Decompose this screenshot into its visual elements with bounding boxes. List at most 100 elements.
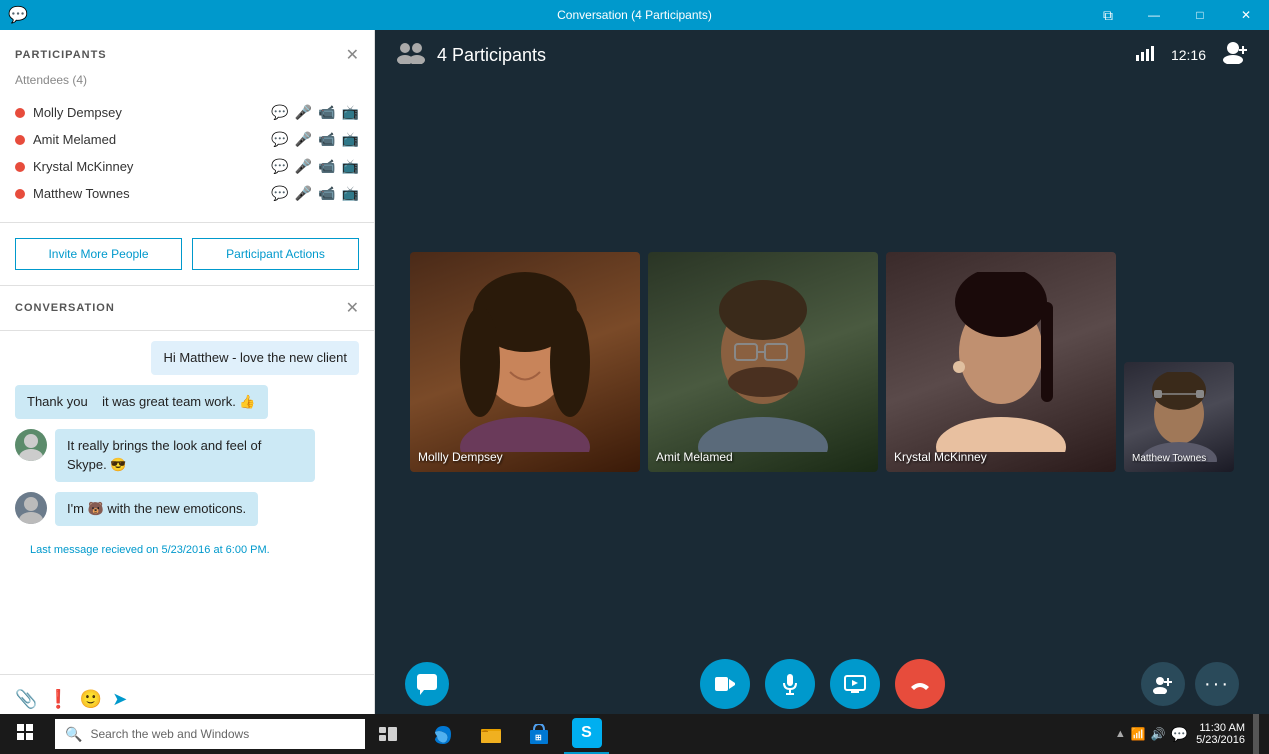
network-icon[interactable]: 📶 [1131,727,1146,741]
maximize-button[interactable]: □ [1177,0,1223,30]
search-icon: 🔍 [65,726,82,743]
participant-status-dot [15,135,25,145]
show-desktop-button[interactable] [1253,714,1259,754]
snap-button[interactable]: ⧉ [1085,0,1131,30]
conversation-messages: Hi Matthew - love the new client Thank y… [0,331,374,674]
mic-icon[interactable]: 🎤 [295,131,312,148]
add-person-button[interactable] [1221,40,1249,70]
participant-status-dot [15,162,25,172]
participants-close-button[interactable]: ✕ [346,45,359,65]
more-options-button[interactable]: ··· [1195,662,1239,706]
message-text: I'm 🐻 with the new emoticons. [67,501,246,516]
search-placeholder: Search the web and Windows [90,727,249,741]
topbar-right: 12:16 [1136,40,1249,70]
skype-app[interactable]: S [564,714,609,754]
start-button[interactable] [0,714,50,754]
explorer-app[interactable] [468,714,513,754]
control-bar: ··· [375,644,1269,724]
participants-header: PARTICIPANTS ✕ [15,45,359,65]
titlebar: 💬 Conversation (4 Participants) ⧉ — □ ✕ [0,0,1269,30]
time-display: 11:30 AM [1196,722,1245,734]
edge-app[interactable] [420,714,465,754]
mute-button[interactable] [765,659,815,709]
message-row: It really brings the look and feel of Sk… [15,429,359,481]
message-bubble: It really brings the look and feel of Sk… [55,429,315,481]
search-bar[interactable]: 🔍 Search the web and Windows [55,719,365,749]
taskbar-time: 11:30 AM 5/23/2016 [1196,722,1245,746]
skype-icon: S [572,718,602,748]
message-text: It really brings the look and feel of Sk… [67,438,261,471]
participants-label: 4 Participants [395,40,546,71]
last-message-info: Last message recieved on 5/23/2016 at 6:… [15,536,359,564]
taskbar: 🔍 Search the web and Windows [0,714,1269,754]
side-controls: ··· [1141,662,1239,706]
video-button[interactable] [700,659,750,709]
mic-icon[interactable]: 🎤 [295,104,312,121]
taskbar-apps: ⊞ S [420,714,609,754]
video-topbar: 4 Participants 12:16 [375,30,1269,80]
participants-count-label: 4 Participants [437,45,546,66]
notification-icon[interactable]: 💬 [1171,726,1188,743]
svg-text:⊞: ⊞ [535,733,542,742]
participant-name: Amit Melamed [33,132,116,147]
chat-icon[interactable]: 💬 [271,158,288,175]
invite-people-button[interactable]: Invite More People [15,238,182,270]
monitor-icon[interactable]: 📺 [342,185,359,202]
conversation-close-button[interactable]: ✕ [346,298,359,318]
importance-icon[interactable]: ❗ [47,689,69,710]
conversation-section: CONVERSATION ✕ Hi Matthew - love the new… [0,286,374,724]
video-icon[interactable]: 📹 [318,131,335,148]
participant-icons: 💬 🎤 📹 📺 [271,104,359,121]
video-icon[interactable]: 📹 [318,158,335,175]
mic-icon[interactable]: 🎤 [295,185,312,202]
video-grid: Mollly Dempsey [375,80,1269,644]
sound-icon[interactable]: 🔊 [1151,727,1166,741]
participant-icons: 💬 🎤 📹 📺 [271,158,359,175]
store-app[interactable]: ⊞ [516,714,561,754]
window-controls: ⧉ — □ ✕ [1085,0,1269,30]
participant-name: Krystal McKinney [33,159,133,174]
video-label-amit: Amit Melamed [656,450,733,464]
add-participants-button[interactable] [1141,662,1185,706]
participant-icons: 💬 🎤 📹 📺 [271,185,359,202]
main-layout: PARTICIPANTS ✕ Attendees (4) Molly Demps… [0,30,1269,724]
video-label-matthew: Matthew Townes [1132,453,1206,464]
participant-icons: 💬 🎤 📹 📺 [271,131,359,148]
video-tile-krystal: Krystal McKinney [886,252,1116,472]
chat-icon[interactable]: 💬 [271,131,288,148]
participant-status-dot [15,108,25,118]
chat-toggle-button[interactable] [405,662,449,706]
avatar [15,429,47,461]
monitor-icon[interactable]: 📺 [342,131,359,148]
monitor-icon[interactable]: 📺 [342,104,359,121]
show-hidden-icon[interactable]: ▲ [1115,728,1126,740]
chat-icon[interactable]: 💬 [271,185,288,202]
participants-title: PARTICIPANTS [15,49,107,61]
taskbar-right: ▲ 📶 🔊 💬 11:30 AM 5/23/2016 [1115,714,1269,754]
video-tile-molly: Mollly Dempsey [410,252,640,472]
minimize-button[interactable]: — [1131,0,1177,30]
participant-name: Molly Dempsey [33,105,122,120]
monitor-icon[interactable]: 📺 [342,158,359,175]
end-call-button[interactable] [895,659,945,709]
chat-icon[interactable]: 💬 [271,104,288,121]
emoji-icon[interactable]: 🙂 [80,689,102,710]
attachment-icon[interactable]: 📎 [15,689,37,710]
message-row: Hi Matthew - love the new client [15,341,359,375]
participant-info: Amit Melamed [15,132,116,147]
participants-section: PARTICIPANTS ✕ Attendees (4) Molly Demps… [0,30,374,223]
participant-row: Krystal McKinney 💬 🎤 📹 📺 [15,153,359,180]
screen-share-button[interactable] [830,659,880,709]
send-icon[interactable]: ➤ [112,689,127,710]
participant-info: Krystal McKinney [15,159,133,174]
mic-icon[interactable]: 🎤 [295,158,312,175]
right-panel: 4 Participants 12:16 [375,30,1269,724]
participant-actions-button[interactable]: Participant Actions [192,238,359,270]
video-icon[interactable]: 📹 [318,185,335,202]
tray-icons: ▲ 📶 🔊 💬 [1115,726,1188,743]
message-text: Thank you it was great team work. 👍 [27,394,256,409]
video-icon[interactable]: 📹 [318,104,335,121]
participant-info: Matthew Townes [15,186,130,201]
task-view-button[interactable] [365,714,410,754]
close-button[interactable]: ✕ [1223,0,1269,30]
